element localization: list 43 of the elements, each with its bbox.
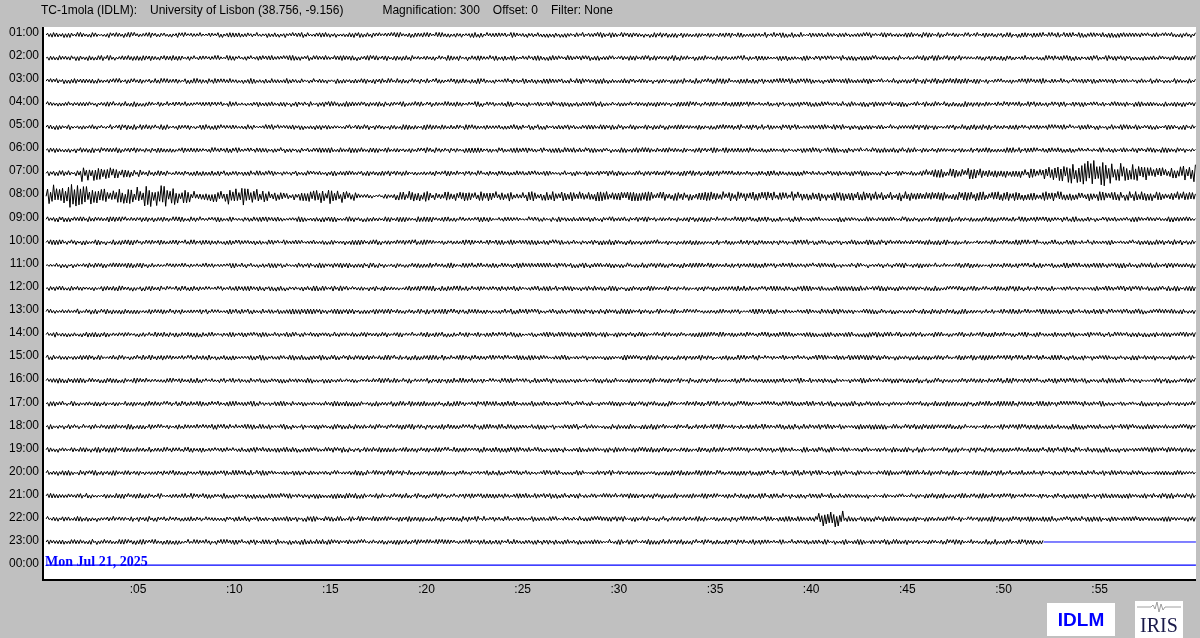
waveform-icon bbox=[1137, 601, 1181, 613]
hour-label: 01:00 bbox=[7, 23, 40, 41]
hour-label: 23:00 bbox=[7, 532, 40, 550]
minute-tick-label: :30 bbox=[609, 582, 629, 596]
hour-label: 09:00 bbox=[7, 208, 40, 226]
hour-label: 20:00 bbox=[7, 462, 40, 480]
hour-label: 12:00 bbox=[7, 277, 40, 295]
minute-tick-label: :45 bbox=[898, 582, 917, 596]
hour-label: 21:00 bbox=[7, 486, 40, 503]
hour-label: 16:00 bbox=[7, 370, 40, 388]
hour-label: 17:00 bbox=[7, 393, 40, 411]
magnification-label: Magnification: 300 bbox=[382, 3, 480, 19]
station-logo: IDLM bbox=[1047, 603, 1115, 636]
minute-tick-label: :50 bbox=[994, 582, 1013, 596]
minute-tick-label: :55 bbox=[1090, 582, 1109, 596]
hour-label: 19:00 bbox=[7, 439, 40, 457]
hour-label: 06:00 bbox=[7, 139, 40, 157]
minute-tick-label: :15 bbox=[321, 582, 340, 596]
hour-label: 04:00 bbox=[7, 92, 40, 110]
offset-label: Offset: 0 bbox=[492, 3, 538, 19]
hour-label: 10:00 bbox=[7, 231, 40, 249]
minute-tick-label: :40 bbox=[801, 582, 821, 596]
minute-tick-label: :05 bbox=[128, 582, 148, 596]
hour-label: 13:00 bbox=[7, 301, 40, 318]
hour-label: 15:00 bbox=[7, 347, 40, 365]
filter-label: Filter: None bbox=[551, 3, 614, 19]
minute-tick-label: :25 bbox=[513, 582, 533, 596]
hour-label: 03:00 bbox=[7, 69, 40, 87]
network-logo-text: IRIS bbox=[1140, 613, 1178, 637]
minute-tick-label: :20 bbox=[417, 582, 436, 596]
hour-label: 11:00 bbox=[8, 254, 40, 272]
hour-label: 02:00 bbox=[7, 46, 40, 64]
hour-label: 14:00 bbox=[7, 324, 40, 342]
station-label: TC-1mola (IDLM): bbox=[41, 3, 137, 19]
hour-label: 08:00 bbox=[7, 185, 40, 203]
hour-label: 00:00 bbox=[7, 555, 40, 573]
location-label: University of Lisbon (38.756, -9.156) bbox=[150, 3, 344, 19]
hour-label: 18:00 bbox=[7, 416, 40, 434]
hour-label: 05:00 bbox=[7, 116, 40, 133]
hour-label: 07:00 bbox=[7, 162, 40, 180]
minute-tick-label: :10 bbox=[224, 582, 244, 596]
minute-tick-label: :35 bbox=[705, 582, 725, 596]
hour-label: 22:00 bbox=[7, 509, 40, 527]
